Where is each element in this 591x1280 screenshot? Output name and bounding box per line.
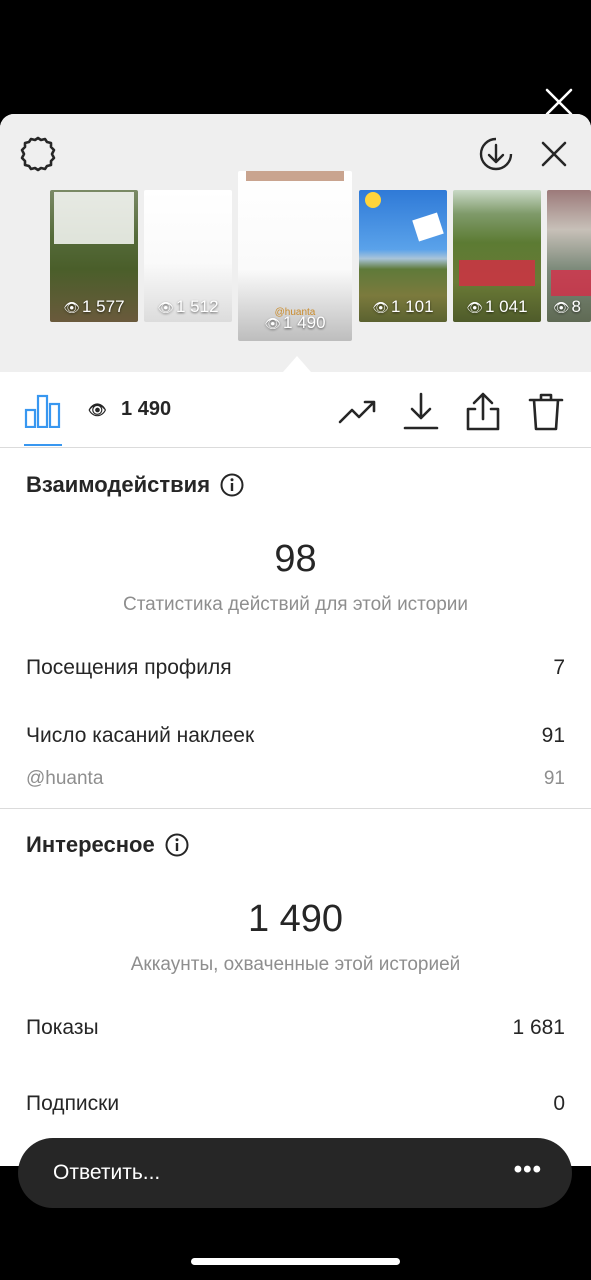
- reply-input[interactable]: Ответить...: [53, 1161, 160, 1185]
- eye-icon: 👁: [264, 316, 281, 331]
- story-thumbnail[interactable]: 👁 1 577: [50, 190, 138, 322]
- eye-icon: 👁: [466, 300, 483, 315]
- selected-pointer: [283, 356, 311, 372]
- row-value: 0: [553, 1092, 565, 1115]
- profile-visits-row: Посещения профиля 7: [26, 656, 565, 680]
- discovery-total: 1 490: [247, 898, 344, 940]
- row-value: 7: [553, 656, 565, 679]
- story-view-count: 👁 1 041: [466, 297, 528, 316]
- story-sticker: [412, 212, 444, 242]
- share-icon[interactable]: [463, 392, 503, 432]
- insights-sheet: 👁 1 577 👁 1 512 @huanta 👁 1 490 👁 1 101 👁 1 0…: [0, 114, 591, 1166]
- row-value: 91: [541, 724, 565, 747]
- row-value: 91: [543, 768, 565, 789]
- eye-icon: 👁: [157, 300, 174, 315]
- follows-row: Подписки 0: [26, 1092, 565, 1116]
- eye-icon: 👁: [553, 300, 570, 315]
- home-indicator: [191, 1258, 400, 1265]
- row-value: 1 681: [512, 1016, 565, 1039]
- eye-icon: 👁: [63, 300, 80, 315]
- story-view-count: 👁 1 577: [63, 297, 125, 316]
- story-view-count: 👁 1 101: [372, 297, 434, 316]
- eye-icon: 👁: [372, 300, 389, 315]
- active-tab-indicator: [24, 444, 62, 446]
- story-thumbnail[interactable]: 👁 1 512: [144, 190, 232, 322]
- row-label: Число касаний наклеек: [26, 724, 255, 747]
- insights-bar-chart-icon[interactable]: [24, 394, 62, 429]
- story-view-count: 👁 1 512: [157, 297, 219, 316]
- reply-input-bar[interactable]: Ответить... •••: [18, 1138, 572, 1208]
- story-thumbnails: 👁 1 577 👁 1 512 @huanta 👁 1 490 👁 1 101 👁 1 0…: [0, 170, 591, 350]
- interactions-total: 98: [274, 538, 317, 580]
- info-icon[interactable]: [165, 833, 189, 857]
- interactions-subtitle: Статистика действий для этой истории: [122, 594, 469, 615]
- discovery-section-title: Интересное: [26, 832, 189, 858]
- eye-icon: 👁: [88, 401, 108, 419]
- story-photo: [246, 171, 344, 181]
- row-label: @huanta: [26, 768, 104, 789]
- row-label: Подписки: [26, 1092, 120, 1115]
- story-text-overlay: [54, 192, 134, 244]
- info-icon[interactable]: [220, 473, 244, 497]
- section-divider: [0, 808, 591, 809]
- sticker-taps-row: Число касаний наклеек 91: [26, 724, 565, 748]
- story-text-overlay: [459, 260, 535, 286]
- impressions-row: Показы 1 681: [26, 1016, 565, 1040]
- story-tray: 👁 1 577 👁 1 512 @huanta 👁 1 490 👁 1 101 👁 1 0…: [0, 114, 591, 372]
- trash-icon[interactable]: [526, 392, 566, 432]
- interactions-title-text: Взаимодействия: [26, 472, 211, 497]
- sun-sticker: [365, 192, 381, 208]
- view-count: 👁 1 490: [88, 398, 171, 421]
- story-view-count: 👁 1 490: [264, 313, 326, 332]
- story-thumbnail[interactable]: 👁 1 041: [453, 190, 541, 322]
- view-count-value: 1 490: [121, 398, 172, 420]
- more-horizontal-icon[interactable]: •••: [514, 1156, 542, 1184]
- story-thumbnail[interactable]: 👁 8: [547, 190, 591, 322]
- sticker-mention-row: @huanta 91: [26, 768, 565, 790]
- story-text-overlay: [551, 270, 591, 296]
- trending-icon[interactable]: [338, 392, 378, 432]
- interactions-section-title: Взаимодействия: [26, 472, 244, 498]
- discovery-subtitle: Аккаунты, охваченные этой историей: [130, 954, 461, 975]
- row-label: Посещения профиля: [26, 656, 232, 679]
- insights-toolbar: 👁 1 490: [0, 372, 591, 448]
- row-label: Показы: [26, 1016, 99, 1039]
- story-thumbnail-selected[interactable]: @huanta 👁 1 490: [238, 171, 352, 341]
- story-view-count: 👁 8: [553, 297, 581, 316]
- discovery-title-text: Интересное: [26, 832, 155, 857]
- download-icon[interactable]: [401, 392, 441, 432]
- story-thumbnail[interactable]: 👁 1 101: [359, 190, 447, 322]
